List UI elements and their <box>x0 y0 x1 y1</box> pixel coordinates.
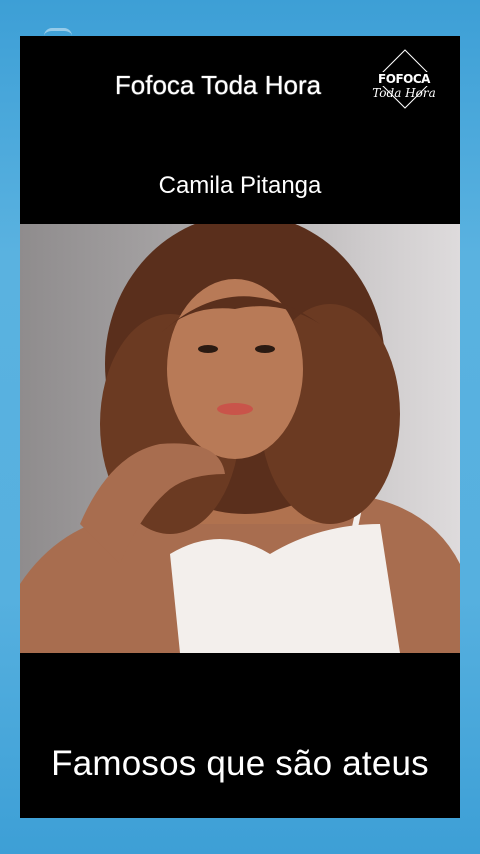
post-card: Fofoca Toda Hora FOFOCA Toda Hora Camila… <box>20 36 460 818</box>
portrait-photo <box>20 224 460 653</box>
person-name: Camila Pitanga <box>158 172 322 199</box>
portrait-illustration <box>20 224 460 653</box>
headline: Famosos que são ateus <box>51 744 429 783</box>
brand-logo: FOFOCA Toda Hora <box>372 49 436 116</box>
logo-wordmark: FOFOCA <box>372 72 436 86</box>
logo-script-text: Toda Hora <box>372 86 436 100</box>
